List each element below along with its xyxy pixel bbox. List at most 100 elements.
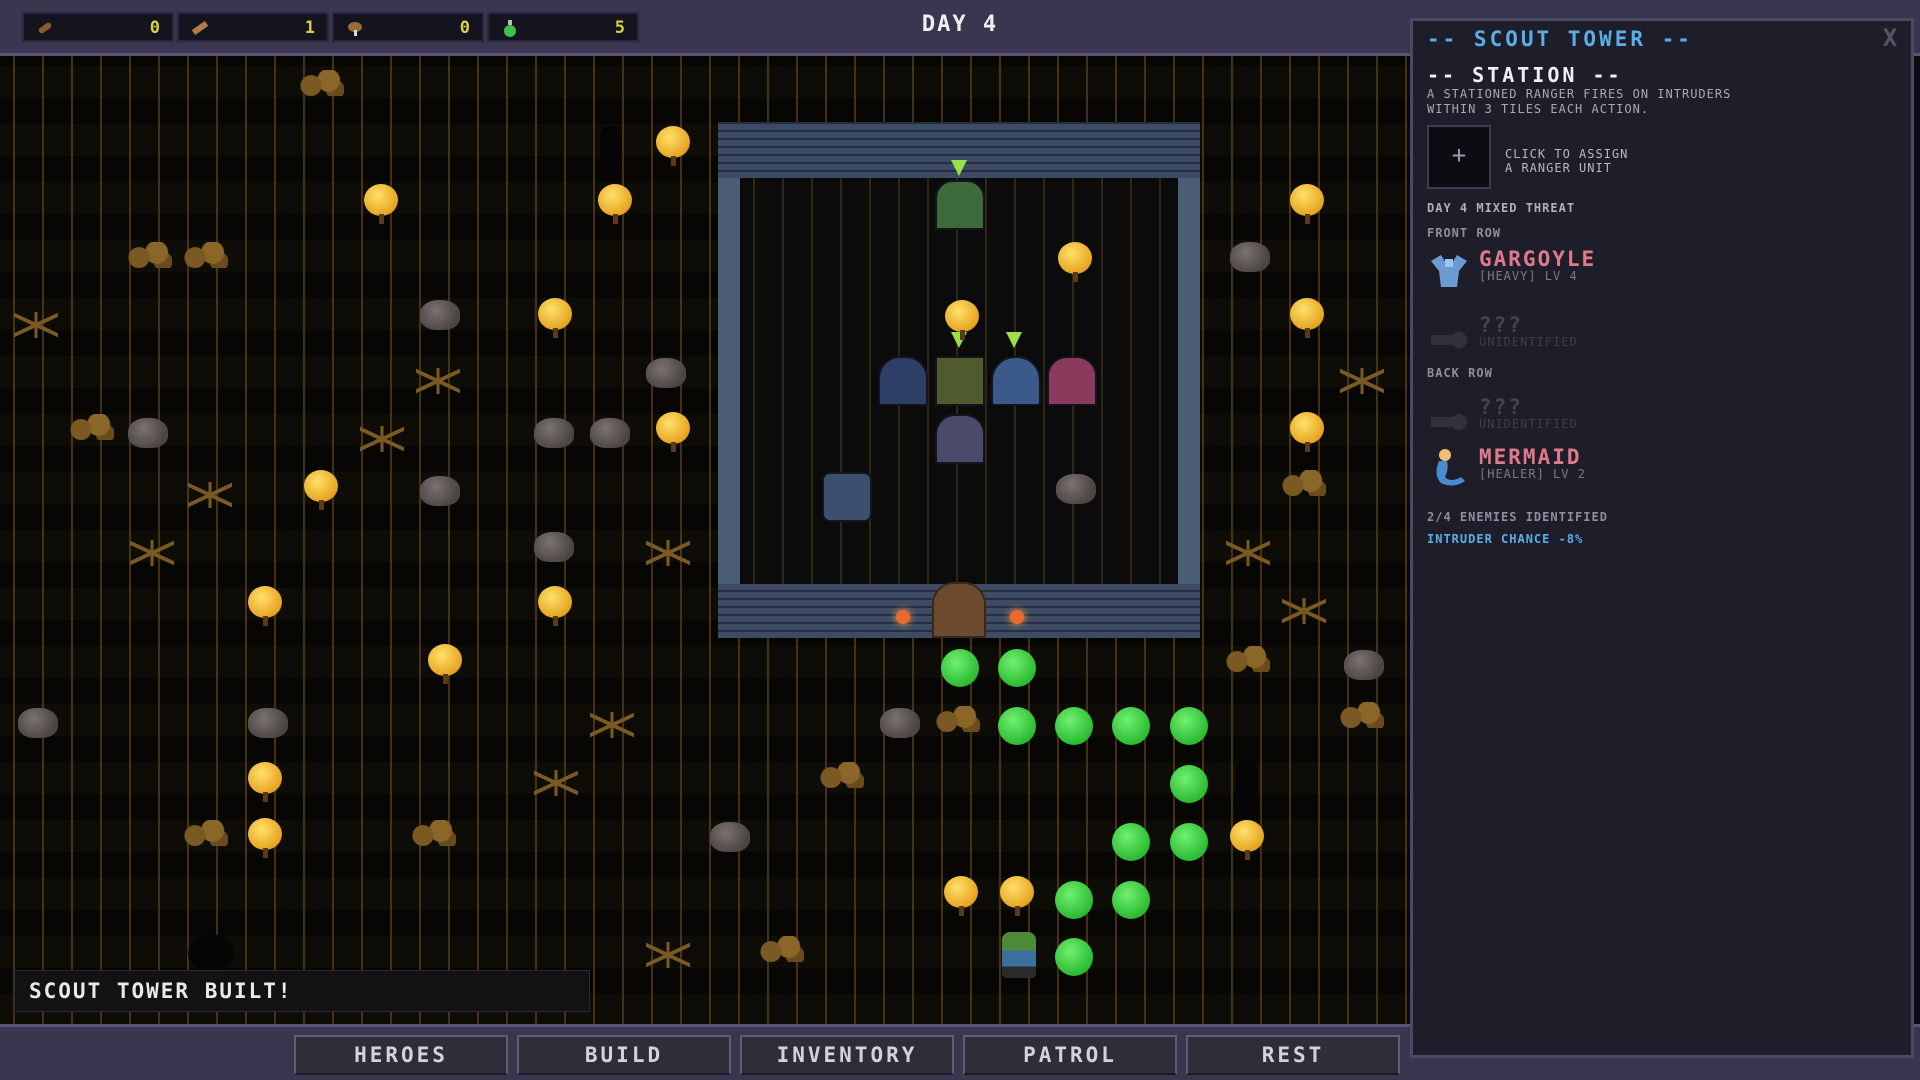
move-tile[interactable] xyxy=(1112,881,1150,919)
rock xyxy=(710,822,750,852)
barracks-building[interactable] xyxy=(991,356,1041,406)
bush xyxy=(1282,470,1326,496)
move-tile[interactable] xyxy=(1055,707,1093,745)
resource-potion-value: 5 xyxy=(614,18,625,38)
close-icon[interactable]: X xyxy=(1877,25,1903,51)
unknown-enemy-icon xyxy=(1431,414,1467,430)
resource-plank: 1 xyxy=(177,12,329,42)
tree xyxy=(538,586,572,626)
rock xyxy=(1230,242,1270,272)
gargoyle-icon xyxy=(1431,255,1467,287)
tree xyxy=(1058,242,1092,282)
tree xyxy=(1290,184,1324,224)
enemy-name: MERMAID xyxy=(1479,445,1582,469)
rest-button[interactable]: REST xyxy=(1186,1035,1400,1075)
enemy-info: [HEALER] LV 2 xyxy=(1479,467,1586,481)
enemy-name: ??? xyxy=(1479,395,1523,419)
tree xyxy=(1290,298,1324,338)
notification-toast: SCOUT TOWER BUILT! xyxy=(14,970,590,1012)
tree xyxy=(364,184,398,224)
move-tile[interactable] xyxy=(1112,707,1150,745)
forge-building[interactable] xyxy=(878,356,928,406)
enemy-info: [HEAVY] LV 4 xyxy=(1479,269,1578,283)
house-building[interactable] xyxy=(1047,356,1097,406)
move-tile[interactable] xyxy=(1112,823,1150,861)
enemies-identified: 2/4 ENEMIES IDENTIFIED xyxy=(1427,510,1608,524)
torch-icon xyxy=(1010,610,1024,624)
tree xyxy=(945,300,979,340)
move-tile[interactable] xyxy=(1170,765,1208,803)
move-tile[interactable] xyxy=(941,649,979,687)
scout-tower-panel: -- SCOUT TOWER -- X -- STATION -- A STAT… xyxy=(1410,18,1914,1058)
threat-label: DAY 4 MIXED THREAT xyxy=(1427,201,1576,215)
bush xyxy=(300,70,344,96)
rock xyxy=(128,418,168,448)
rock xyxy=(534,532,574,562)
fern xyxy=(1282,598,1326,624)
enemy-name: GARGOYLE xyxy=(1479,247,1597,271)
tree xyxy=(538,298,572,338)
move-tile[interactable] xyxy=(998,649,1036,687)
rock xyxy=(18,708,58,738)
bush xyxy=(1226,646,1270,672)
heroes-button[interactable]: HEROES xyxy=(294,1035,508,1075)
front-row-label: FRONT ROW xyxy=(1427,226,1502,240)
bush xyxy=(412,820,456,846)
move-tile[interactable] xyxy=(1055,938,1093,976)
tree xyxy=(598,184,632,224)
move-tile[interactable] xyxy=(1170,823,1208,861)
fern xyxy=(646,942,690,968)
notification-text: SCOUT TOWER BUILT! xyxy=(29,979,293,1003)
enemy-name: ??? xyxy=(1479,313,1523,337)
move-tile[interactable] xyxy=(998,707,1036,745)
wood-icon xyxy=(38,22,52,34)
farm-building[interactable] xyxy=(935,356,985,406)
move-tile[interactable] xyxy=(1170,707,1208,745)
shadow-intruder xyxy=(1236,760,1258,812)
well-building[interactable] xyxy=(822,472,872,522)
assign-ranger-slot[interactable]: + xyxy=(1427,125,1491,189)
resource-meat-value: 0 xyxy=(459,18,470,38)
rock xyxy=(646,358,686,388)
shadow-intruder xyxy=(188,934,234,972)
move-tile[interactable] xyxy=(1055,881,1093,919)
panel-title: -- SCOUT TOWER -- xyxy=(1427,27,1693,51)
build-button[interactable]: BUILD xyxy=(517,1035,731,1075)
tree xyxy=(656,412,690,452)
game-map[interactable] xyxy=(0,56,1410,1026)
torch-icon xyxy=(896,610,910,624)
fern xyxy=(360,426,404,452)
station-description-line1: A STATIONED RANGER FIRES ON INTRUDERS xyxy=(1427,87,1732,101)
fern xyxy=(534,770,578,796)
fern xyxy=(416,368,460,394)
plus-icon: + xyxy=(1451,141,1467,169)
bush xyxy=(184,820,228,846)
rock xyxy=(1344,650,1384,680)
shadow-intruder xyxy=(600,126,622,178)
fort-gate[interactable] xyxy=(932,582,986,638)
inventory-button[interactable]: INVENTORY xyxy=(740,1035,954,1075)
plank-icon xyxy=(191,20,209,36)
tree xyxy=(1230,820,1264,860)
day-counter: DAY 4 xyxy=(921,12,999,37)
fern xyxy=(1340,368,1384,394)
unknown-enemy-icon xyxy=(1431,332,1467,348)
fern xyxy=(646,540,690,566)
intruder-chance: INTRUDER CHANCE -8% xyxy=(1427,532,1584,546)
mermaid-icon xyxy=(1436,449,1465,486)
potion-icon xyxy=(504,20,516,37)
scout-tower-building[interactable] xyxy=(935,180,985,230)
resource-meat: 0 xyxy=(332,12,484,42)
resource-plank-value: 1 xyxy=(304,18,315,38)
tree xyxy=(248,762,282,802)
assign-text-line1: CLICK TO ASSIGN xyxy=(1505,147,1629,161)
fern xyxy=(1226,540,1270,566)
patrol-button[interactable]: PATROL xyxy=(963,1035,1177,1075)
tree xyxy=(656,126,690,166)
chapel-building[interactable] xyxy=(935,414,985,464)
rock xyxy=(880,708,920,738)
bush xyxy=(1340,702,1384,728)
fern xyxy=(130,540,174,566)
ranger-unit[interactable] xyxy=(1002,932,1036,978)
rock xyxy=(534,418,574,448)
